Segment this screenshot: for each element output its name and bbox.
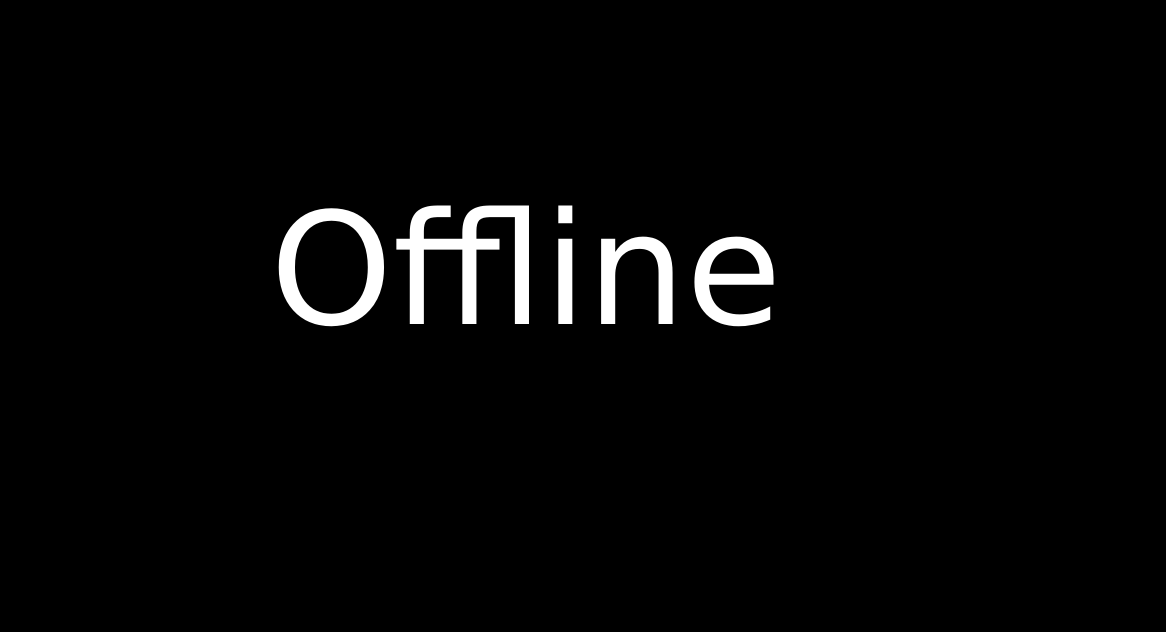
offline-status-text: Offline xyxy=(270,179,782,361)
offline-screen: Offline xyxy=(0,0,1166,632)
